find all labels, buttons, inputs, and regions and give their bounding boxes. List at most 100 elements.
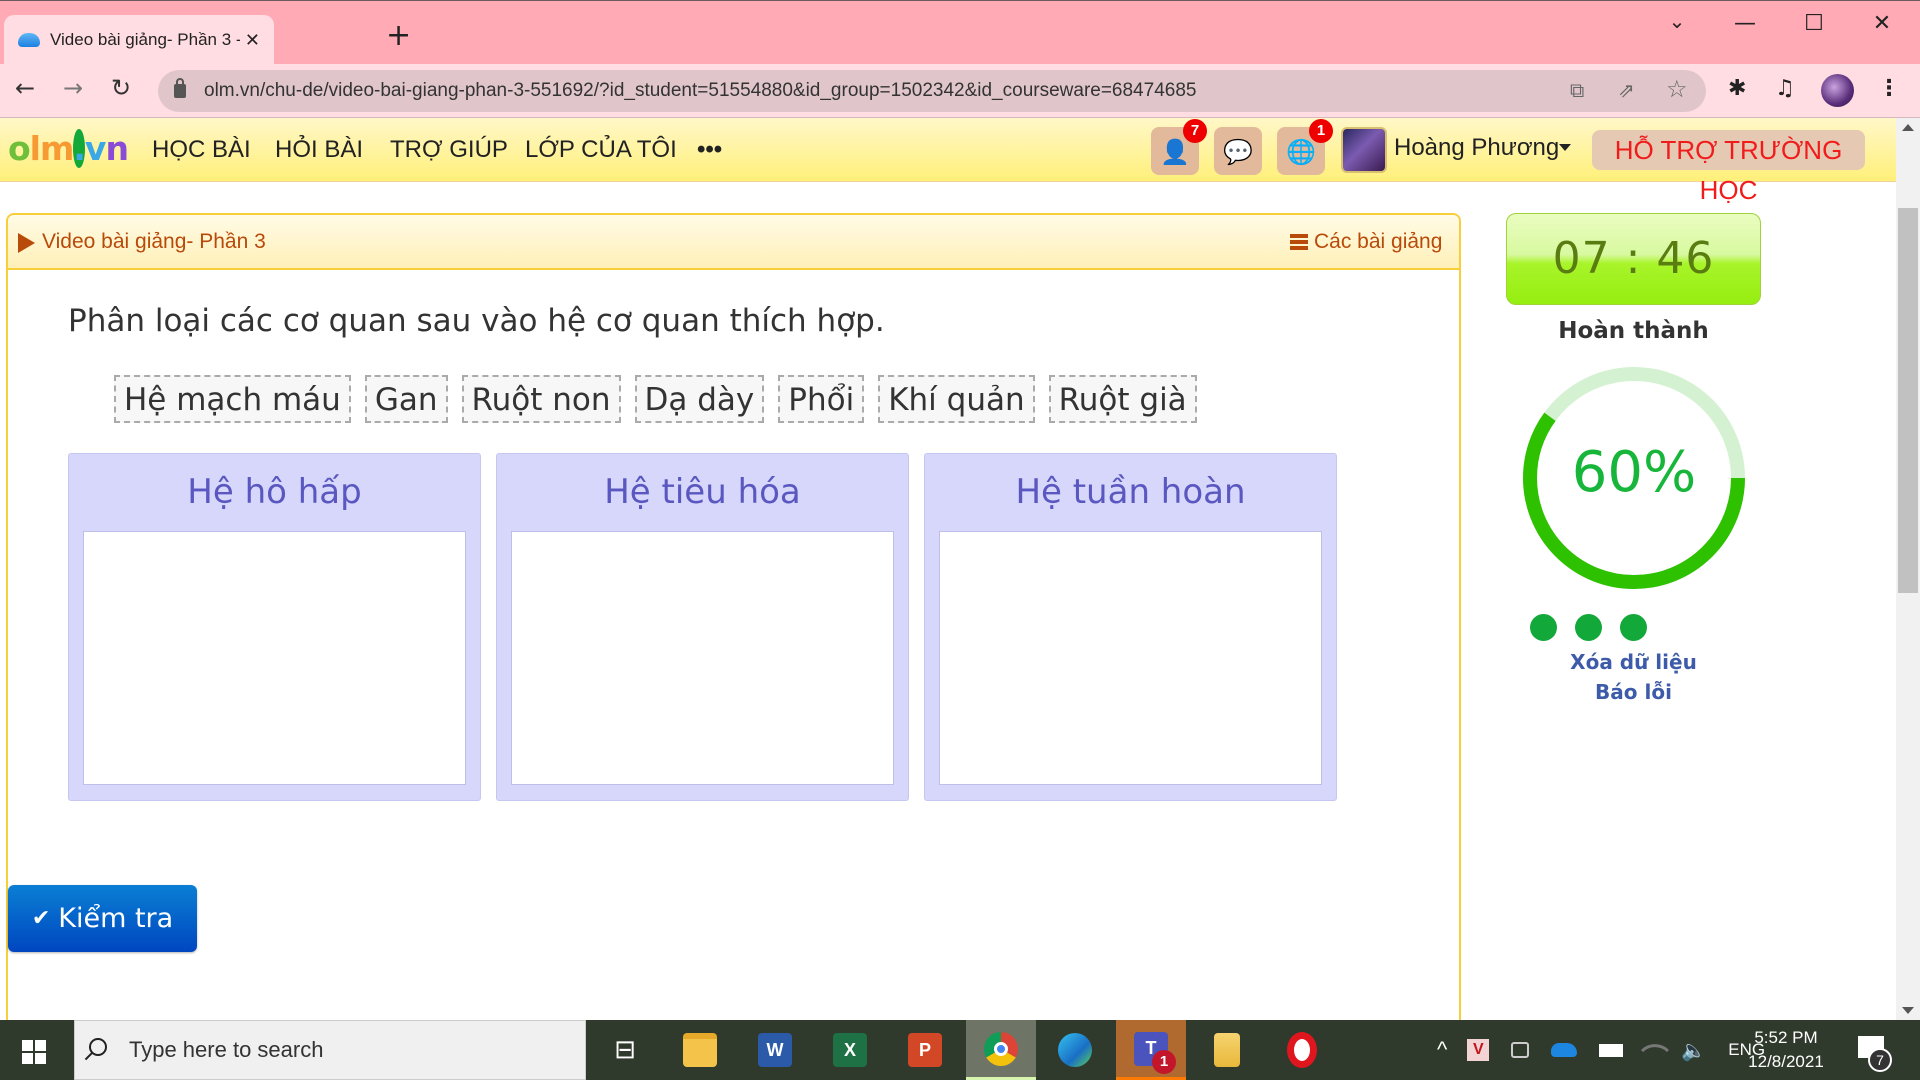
onedrive-folder-icon xyxy=(1214,1033,1240,1067)
tab-close-icon[interactable]: ✕ xyxy=(245,30,260,51)
taskbar-app-chrome[interactable] xyxy=(966,1020,1036,1080)
page-scrollbar[interactable] xyxy=(1896,118,1920,1020)
countdown-timer: 07 : 46 xyxy=(1506,213,1761,305)
drag-item[interactable]: Phổi xyxy=(778,375,865,423)
nav-tro-giup[interactable]: TRỢ GIÚP xyxy=(390,136,508,164)
report-error-link[interactable]: Báo lỗi xyxy=(1506,680,1761,704)
drop-zone[interactable] xyxy=(939,531,1322,785)
powerpoint-icon: P xyxy=(908,1033,942,1067)
drag-item[interactable]: Ruột già xyxy=(1048,375,1197,423)
olm-logo[interactable]: olm.vn xyxy=(8,129,129,168)
taskbar-app-word[interactable]: W xyxy=(740,1020,810,1080)
attempt-dots xyxy=(1530,614,1647,641)
teams-badge: 1 xyxy=(1152,1050,1176,1074)
camera-icon[interactable] xyxy=(1511,1042,1530,1058)
maximize-button[interactable]: ☐ xyxy=(1794,11,1834,36)
taskbar-app-opera[interactable] xyxy=(1267,1020,1337,1080)
share-icon[interactable]: ⇗ xyxy=(1618,78,1635,102)
taskbar-app-onedrive-folder[interactable] xyxy=(1192,1020,1262,1080)
onedrive-cloud-icon[interactable] xyxy=(1551,1043,1578,1057)
site-navbar: olm.vn HỌC BÀI HỎI BÀI TRỢ GIÚP LỚP CỦA … xyxy=(0,118,1896,205)
reload-button[interactable]: ↻ xyxy=(104,74,138,102)
messages-button[interactable]: 💬 xyxy=(1214,127,1262,175)
profile-avatar[interactable] xyxy=(1821,74,1854,107)
taskbar-search-box[interactable]: Type here to search xyxy=(74,1020,586,1080)
edge-icon xyxy=(1058,1033,1092,1067)
draggable-items: Hệ mạch máu Gan Ruột non Dạ dày Phổi Khí… xyxy=(114,375,1197,423)
volume-icon[interactable]: 🔈 xyxy=(1681,1038,1706,1063)
search-icon xyxy=(89,1038,107,1056)
tab-search-icon[interactable]: ⌄ xyxy=(1657,9,1697,33)
category-title: Hệ hô hấp xyxy=(187,472,362,512)
attempt-dot xyxy=(1575,614,1602,641)
new-tab-button[interactable]: + xyxy=(386,21,411,51)
lesson-header: Video bài giảng- Phần 3 Các bài giảng xyxy=(8,215,1459,270)
drag-item[interactable]: Khí quản xyxy=(878,375,1035,423)
school-support-button[interactable]: HỖ TRỢ TRƯỜNG HỌC xyxy=(1592,130,1865,205)
lock-icon[interactable] xyxy=(174,78,186,98)
category-bin-respiratory: Hệ hô hấp xyxy=(68,453,481,801)
extensions-icon[interactable]: ✱ xyxy=(1728,76,1746,101)
taskbar-app-excel[interactable]: X xyxy=(815,1020,885,1080)
logo-letter: v xyxy=(84,129,106,168)
notifications-button[interactable]: 🌐 1 xyxy=(1277,119,1333,175)
taskbar-app-file-explorer[interactable] xyxy=(665,1020,735,1080)
back-button[interactable]: ← xyxy=(8,74,42,102)
url-text[interactable]: olm.vn/chu-de/video-bai-giang-phan-3-551… xyxy=(204,80,1196,102)
nav-hoi-bai[interactable]: HỎI BÀI xyxy=(275,136,363,164)
word-icon: W xyxy=(758,1033,792,1067)
play-icon xyxy=(18,233,35,253)
lesson-title: Video bài giảng- Phần 3 xyxy=(42,230,266,253)
attempt-dot xyxy=(1530,614,1557,641)
drop-zone[interactable] xyxy=(511,531,894,785)
clear-data-link[interactable]: Xóa dữ liệu xyxy=(1506,650,1761,674)
wifi-icon[interactable] xyxy=(1641,1035,1670,1065)
drag-item[interactable]: Gan xyxy=(364,375,448,423)
taskbar-app-teams[interactable]: T 1 xyxy=(1116,1020,1186,1080)
nav-more-menu[interactable]: ••• xyxy=(697,136,722,164)
logo-letter: m xyxy=(39,129,74,168)
tab-title: Video bài giảng- Phần 3 - Học trự xyxy=(50,30,240,49)
browser-tab-active[interactable]: Video bài giảng- Phần 3 - Học trự ✕ xyxy=(4,15,274,65)
battery-icon[interactable] xyxy=(1599,1043,1624,1057)
chrome-icon xyxy=(984,1031,1018,1066)
scroll-up-arrow-icon[interactable] xyxy=(1902,124,1914,131)
v-app-icon[interactable]: V xyxy=(1467,1039,1490,1061)
user-avatar[interactable] xyxy=(1341,127,1387,173)
scroll-down-arrow-icon[interactable] xyxy=(1902,1007,1914,1014)
browser-menu-icon[interactable]: ⋮ xyxy=(1878,76,1900,101)
taskbar-app-powerpoint[interactable]: P xyxy=(890,1020,960,1080)
scrollbar-thumb[interactable] xyxy=(1898,208,1918,593)
taskbar-app-edge[interactable] xyxy=(1040,1020,1110,1080)
list-icon[interactable] xyxy=(1290,234,1308,250)
minimize-button[interactable]: — xyxy=(1725,11,1765,36)
forward-button[interactable]: → xyxy=(56,74,90,102)
drag-item[interactable]: Ruột non xyxy=(461,375,621,423)
drag-item[interactable]: Hệ mạch máu xyxy=(114,375,351,423)
user-menu[interactable]: Hoàng Phương xyxy=(1394,134,1559,162)
bookmark-star-icon[interactable]: ☆ xyxy=(1666,75,1688,103)
task-view-button[interactable]: ⊟ xyxy=(590,1020,660,1080)
notification-count-badge: 7 xyxy=(1868,1048,1892,1072)
close-window-button[interactable]: ✕ xyxy=(1862,11,1902,36)
nav-hoc-bai[interactable]: HỌC BÀI xyxy=(152,136,251,164)
chevron-down-icon[interactable] xyxy=(1559,144,1571,151)
address-bar[interactable]: olm.vn/chu-de/video-bai-giang-phan-3-551… xyxy=(158,70,1706,112)
lessons-list-link[interactable]: Các bài giảng xyxy=(1314,230,1442,254)
category-title: Hệ tiêu hóa xyxy=(604,472,801,512)
nav-lop-cua-toi[interactable]: LỚP CỦA TÔI xyxy=(525,136,677,164)
check-answer-button[interactable]: ✔ Kiểm tra xyxy=(8,885,197,952)
category-bins: Hệ hô hấp Hệ tiêu hóa Hệ tuần hoàn xyxy=(68,453,1337,801)
browser-toolbar: ← → ↻ olm.vn/chu-de/video-bai-giang-phan… xyxy=(0,64,1920,118)
drop-zone[interactable] xyxy=(83,531,466,785)
logo-letter: . xyxy=(73,129,86,168)
windows-start-icon[interactable] xyxy=(22,1040,46,1064)
category-bin-digestive: Hệ tiêu hóa xyxy=(496,453,909,801)
drag-item[interactable]: Dạ dày xyxy=(634,375,765,423)
translate-icon[interactable]: ⧉ xyxy=(1570,78,1584,102)
globe-icon: 🌐 xyxy=(1286,138,1316,166)
show-hidden-icons-chevron[interactable]: ^ xyxy=(1437,1037,1447,1063)
friend-requests-button[interactable]: 👤 7 xyxy=(1151,119,1207,175)
system-clock[interactable]: 5:52 PM 12/8/2021 xyxy=(1736,1026,1836,1074)
media-control-icon[interactable]: ♫ xyxy=(1775,76,1795,101)
